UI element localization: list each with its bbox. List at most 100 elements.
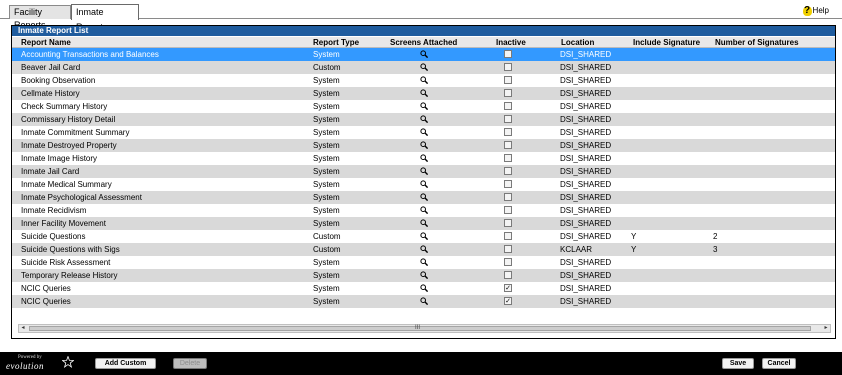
column-header-location[interactable]: Location xyxy=(561,37,594,48)
view-screens-button[interactable] xyxy=(420,165,432,178)
inactive-checkbox[interactable] xyxy=(504,89,512,97)
inactive-checkbox[interactable]: ✓ xyxy=(504,297,512,305)
view-screens-button[interactable] xyxy=(420,126,432,139)
inactive-checkbox-cell: ✓ xyxy=(504,295,514,308)
report-name-cell: Check Summary History xyxy=(21,102,108,111)
scroll-left-icon[interactable]: ◂ xyxy=(19,325,27,332)
inactive-checkbox[interactable] xyxy=(504,76,512,84)
inactive-checkbox[interactable] xyxy=(504,180,512,188)
view-screens-button[interactable] xyxy=(420,230,432,243)
view-screens-button[interactable] xyxy=(420,139,432,152)
view-screens-button[interactable] xyxy=(420,204,432,217)
location-cell: DSI_SHARED xyxy=(560,232,612,241)
table-row[interactable]: Inmate Commitment Summary System DSI_SHARE… xyxy=(12,126,835,139)
view-screens-button[interactable] xyxy=(420,48,432,61)
inactive-checkbox[interactable] xyxy=(504,50,512,58)
table-row[interactable]: Check Summary History System DSI_SHARED xyxy=(12,100,835,113)
table-row[interactable]: Commissary History Detail System DSI_SHARE… xyxy=(12,113,835,126)
report-name-cell: Inmate Medical Summary xyxy=(21,180,112,189)
inactive-checkbox[interactable] xyxy=(504,115,512,123)
report-type-cell: Custom xyxy=(313,232,341,241)
scrollbar-thumb[interactable]: III xyxy=(29,325,811,331)
horizontal-scrollbar[interactable]: ◂ III ▸ xyxy=(18,324,831,333)
inactive-checkbox[interactable] xyxy=(504,63,512,71)
view-screens-button[interactable] xyxy=(420,191,432,204)
table-row[interactable]: NCIC Queries System ✓ DSI_SHARED xyxy=(12,282,835,295)
column-header-screens-attached[interactable]: Screens Attached xyxy=(390,37,457,48)
table-row[interactable]: Accounting Transactions and Balances Syst… xyxy=(12,48,835,61)
view-screens-button[interactable] xyxy=(420,113,432,126)
location-cell: DSI_SHARED xyxy=(560,50,612,59)
help-link[interactable]: ? Help xyxy=(802,5,829,16)
table-row[interactable]: Beaver Jail Card Custom DSI_SHARED xyxy=(12,61,835,74)
table-row[interactable]: Suicide Questions with Sigs Custom KCLAAR Y… xyxy=(12,243,835,256)
table-row[interactable]: Inmate Psychological Assessment System DSI… xyxy=(12,191,835,204)
table-row[interactable]: Temporary Release History System DSI_SHARE… xyxy=(12,269,835,282)
table-row[interactable]: Inmate Destroyed Property System DSI_SHARE… xyxy=(12,139,835,152)
add-custom-button[interactable]: Add Custom xyxy=(95,358,156,369)
help-label: Help xyxy=(812,6,829,15)
inactive-checkbox[interactable] xyxy=(504,219,512,227)
location-cell: DSI_SHARED xyxy=(560,219,612,228)
inactive-checkbox[interactable] xyxy=(504,128,512,136)
report-type-cell: System xyxy=(313,284,340,293)
scroll-right-icon[interactable]: ▸ xyxy=(822,325,830,332)
column-header-number-of-signatures[interactable]: Number of Signatures xyxy=(715,37,799,48)
inactive-checkbox[interactable] xyxy=(504,232,512,240)
view-screens-button[interactable] xyxy=(420,74,432,87)
inactive-checkbox[interactable] xyxy=(504,141,512,149)
inactive-checkbox-cell xyxy=(504,100,514,113)
report-table-body: Accounting Transactions and Balances Syst… xyxy=(12,48,835,308)
table-row[interactable]: Cellmate History System DSI_SHARED xyxy=(12,87,835,100)
table-row[interactable]: Inmate Jail Card System DSI_SHARED xyxy=(12,165,835,178)
panel-title: Inmate Report List xyxy=(12,26,835,36)
table-row[interactable]: Suicide Questions Custom DSI_SHARED Y 2 xyxy=(12,230,835,243)
table-row[interactable]: NCIC Queries System ✓ DSI_SHARED xyxy=(12,295,835,308)
inactive-checkbox-cell xyxy=(504,243,514,256)
report-name-cell: Booking Observation xyxy=(21,76,96,85)
column-header-report-name[interactable]: Report Name xyxy=(21,37,71,48)
view-screens-button[interactable] xyxy=(420,87,432,100)
report-manager-window: Facility Reports Inmate Reports ? Help I… xyxy=(0,0,842,375)
inactive-checkbox[interactable] xyxy=(504,271,512,279)
table-row[interactable]: Inmate Medical Summary System DSI_SHARED xyxy=(12,178,835,191)
inactive-checkbox[interactable] xyxy=(504,154,512,162)
column-header-report-type[interactable]: Report Type xyxy=(313,37,359,48)
save-button[interactable]: Save xyxy=(722,358,754,369)
view-screens-button[interactable] xyxy=(420,295,432,308)
view-screens-button[interactable] xyxy=(420,217,432,230)
table-row[interactable]: Inmate Recidivism System DSI_SHARED xyxy=(12,204,835,217)
inactive-checkbox[interactable] xyxy=(504,193,512,201)
view-screens-button[interactable] xyxy=(420,61,432,74)
report-type-cell: System xyxy=(313,271,340,280)
view-screens-button[interactable] xyxy=(420,100,432,113)
location-cell: DSI_SHARED xyxy=(560,180,612,189)
location-cell: DSI_SHARED xyxy=(560,193,612,202)
inactive-checkbox[interactable] xyxy=(504,245,512,253)
inactive-checkbox[interactable] xyxy=(504,102,512,110)
view-screens-button[interactable] xyxy=(420,269,432,282)
view-screens-button[interactable] xyxy=(420,178,432,191)
cancel-button[interactable]: Cancel xyxy=(762,358,796,369)
view-screens-button[interactable] xyxy=(420,256,432,269)
view-screens-button[interactable] xyxy=(420,282,432,295)
tab-facility-reports[interactable]: Facility Reports xyxy=(9,5,71,30)
table-row[interactable]: Suicide Risk Assessment System DSI_SHARED xyxy=(12,256,835,269)
inactive-checkbox[interactable]: ✓ xyxy=(504,284,512,292)
table-row[interactable]: Booking Observation System DSI_SHARED xyxy=(12,74,835,87)
table-row[interactable]: Inner Facility Movement System DSI_SHARED xyxy=(12,217,835,230)
view-screens-button[interactable] xyxy=(420,152,432,165)
location-cell: DSI_SHARED xyxy=(560,154,612,163)
inactive-checkbox[interactable] xyxy=(504,258,512,266)
number-of-signatures-cell: 3 xyxy=(713,245,718,254)
tab-inmate-reports[interactable]: Inmate Reports xyxy=(71,4,139,32)
report-name-cell: NCIC Queries xyxy=(21,297,71,306)
view-screens-button[interactable] xyxy=(420,243,432,256)
inactive-checkbox[interactable] xyxy=(504,206,512,214)
report-name-cell: Inmate Psychological Assessment xyxy=(21,193,142,202)
inactive-checkbox[interactable] xyxy=(504,167,512,175)
column-header-inactive[interactable]: Inactive xyxy=(496,37,526,48)
report-type-cell: Custom xyxy=(313,245,341,254)
column-header-include-signature[interactable]: Include Signature xyxy=(633,37,700,48)
table-row[interactable]: Inmate Image History System DSI_SHARED xyxy=(12,152,835,165)
